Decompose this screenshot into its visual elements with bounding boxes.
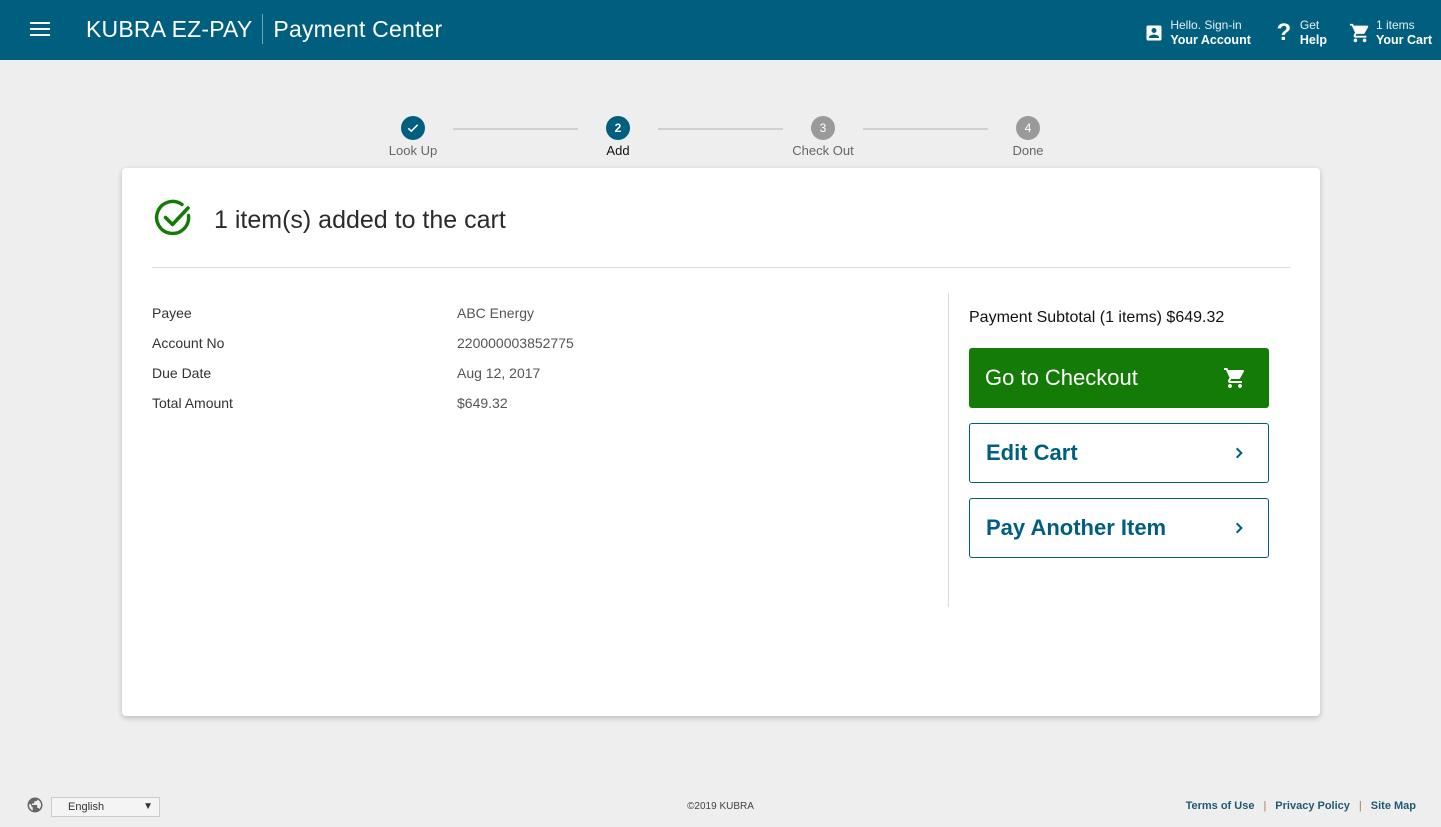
confirmation-header: 1 item(s) added to the cart — [152, 196, 506, 244]
detail-row-account-no: Account No 220000003852775 — [152, 328, 574, 358]
chevron-right-icon — [1232, 521, 1246, 535]
terms-of-use-link[interactable]: Terms of Use — [1186, 800, 1255, 812]
account-label: Your Account — [1170, 33, 1251, 47]
edit-cart-button[interactable]: Edit Cart — [969, 423, 1269, 483]
help-link[interactable]: ? Get Help — [1273, 18, 1327, 48]
top-bar: KUBRA EZ-PAY Payment Center Hello. Sign-… — [0, 0, 1441, 60]
your-account-link[interactable]: Hello. Sign-in Your Account — [1143, 18, 1251, 48]
detail-label: Account No — [152, 335, 225, 351]
brand-separator — [262, 14, 264, 44]
detail-label: Due Date — [152, 365, 212, 381]
step-number: 3 — [811, 116, 835, 140]
detail-value: 220000003852775 — [457, 335, 574, 351]
payment-subtotal: Payment Subtotal (1 items) $649.32 — [969, 309, 1225, 326]
site-map-link[interactable]: Site Map — [1371, 800, 1416, 812]
brand-name: KUBRA EZ-PAY — [86, 15, 253, 42]
cart-label: Your Cart — [1375, 33, 1432, 47]
app-name: Payment Center — [273, 15, 443, 42]
footer-links: Terms of Use | Privacy Policy | Site Map — [1186, 800, 1416, 812]
your-cart-link[interactable]: 1 items Your Cart — [1349, 18, 1432, 48]
cart-icon — [1349, 22, 1371, 44]
help-label: Help — [1299, 33, 1327, 47]
step-label: Look Up — [388, 143, 438, 158]
cart-count: 1 items — [1375, 18, 1415, 32]
step-add: 2 Add — [568, 116, 668, 158]
detail-row-due-date: Due Date Aug 12, 2017 — [152, 358, 574, 388]
question-mark-icon: ? — [1276, 19, 1292, 46]
chevron-right-icon — [1232, 446, 1246, 460]
check-icon — [401, 116, 425, 140]
step-number: 4 — [1016, 116, 1040, 140]
account-box-icon — [1143, 22, 1165, 44]
detail-value: ABC Energy — [457, 305, 535, 321]
step-done: 4 Done — [978, 116, 1078, 158]
step-look-up: Look Up — [363, 116, 463, 158]
step-connector — [658, 128, 783, 130]
step-connector — [453, 128, 578, 130]
step-connector — [863, 128, 988, 130]
success-check-circle-icon — [152, 196, 196, 244]
step-label: Check Out — [792, 143, 854, 158]
privacy-policy-link[interactable]: Privacy Policy — [1275, 800, 1350, 812]
detail-label: Payee — [152, 305, 192, 321]
detail-label: Total Amount — [152, 395, 233, 411]
step-label: Add — [606, 143, 630, 158]
step-check-out: 3 Check Out — [773, 116, 873, 158]
vertical-divider — [948, 293, 949, 607]
step-label: Done — [1012, 143, 1044, 158]
help-prefix: Get — [1299, 18, 1320, 32]
cart-summary: Payment Subtotal (1 items) $649.32 Go to… — [969, 308, 1269, 558]
detail-value: $649.32 — [457, 395, 508, 411]
brand[interactable]: KUBRA EZ-PAY Payment Center — [86, 14, 442, 44]
go-to-checkout-button[interactable]: Go to Checkout — [969, 348, 1269, 408]
pay-another-label: Pay Another Item — [986, 515, 1167, 540]
detail-row-total-amount: Total Amount $649.32 — [152, 388, 574, 418]
checkout-label: Go to Checkout — [985, 365, 1138, 390]
hamburger-menu-icon[interactable] — [30, 22, 50, 38]
edit-cart-label: Edit Cart — [986, 440, 1078, 465]
payment-details: Payee ABC Energy Account No 220000003852… — [152, 298, 574, 418]
detail-row-payee: Payee ABC Energy — [152, 298, 574, 328]
step-number: 2 — [606, 116, 630, 140]
detail-value: Aug 12, 2017 — [457, 365, 541, 381]
confirmation-title: 1 item(s) added to the cart — [214, 205, 506, 234]
link-separator: | — [1358, 800, 1362, 812]
account-greeting: Hello. Sign-in — [1170, 18, 1242, 32]
divider — [152, 267, 1290, 268]
cart-confirmation-card: 1 item(s) added to the cart Payee ABC En… — [122, 168, 1320, 716]
header-nav: Hello. Sign-in Your Account ? Get Help 1… — [1121, 18, 1432, 48]
link-separator: | — [1263, 800, 1267, 812]
cart-icon — [1223, 366, 1247, 390]
pay-another-item-button[interactable]: Pay Another Item — [969, 498, 1269, 558]
progress-stepper: Look Up 2 Add 3 Check Out 4 Done — [370, 116, 1070, 166]
